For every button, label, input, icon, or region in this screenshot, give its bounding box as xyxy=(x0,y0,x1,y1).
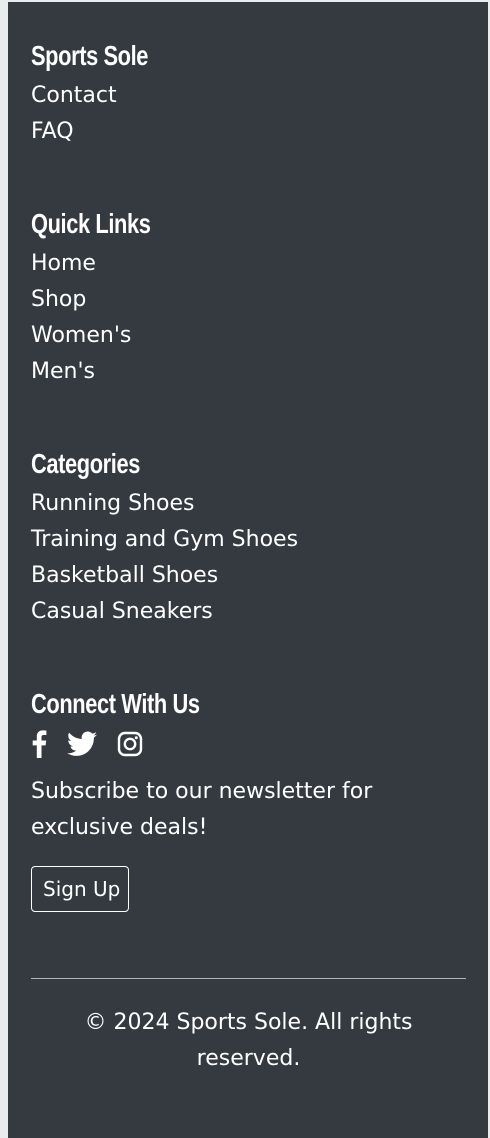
shop-link[interactable]: Shop xyxy=(31,287,86,312)
quick-links-heading: Quick Links xyxy=(31,208,151,239)
social-links xyxy=(31,726,471,762)
list-item: Shop xyxy=(31,282,471,318)
list-item: FAQ xyxy=(31,114,471,150)
instagram-icon[interactable] xyxy=(117,731,143,757)
newsletter-text: Subscribe to our newsletter for exclusiv… xyxy=(31,779,373,840)
list-item: Running Shoes xyxy=(31,486,471,522)
connect-heading: Connect With Us xyxy=(31,688,200,719)
brand-links: Contact FAQ xyxy=(31,78,471,150)
footer-top-border xyxy=(8,0,488,2)
categories-heading: Categories xyxy=(31,448,140,479)
list-item: Women's xyxy=(31,318,471,354)
basketball-shoes-link[interactable]: Basketball Shoes xyxy=(31,563,218,588)
mens-link[interactable]: Men's xyxy=(31,359,95,384)
list-item: Contact xyxy=(31,78,471,114)
casual-sneakers-link[interactable]: Casual Sneakers xyxy=(31,599,213,624)
list-item: Basketball Shoes xyxy=(31,558,471,594)
categories-section: Categories Running Shoes Training and Gy… xyxy=(31,446,471,630)
quick-links-section: Quick Links Home Shop Women's Men's xyxy=(31,206,471,390)
categories-list: Running Shoes Training and Gym Shoes Bas… xyxy=(31,486,471,630)
connect-section: Connect With Us Subscribe to our newslet… xyxy=(31,686,471,912)
twitter-icon[interactable] xyxy=(67,731,97,757)
brand-heading: Sports Sole xyxy=(31,40,149,71)
brand-section: Sports Sole Contact FAQ xyxy=(31,38,471,150)
faq-link[interactable]: FAQ xyxy=(31,119,74,144)
quick-links-list: Home Shop Women's Men's xyxy=(31,246,471,390)
running-shoes-link[interactable]: Running Shoes xyxy=(31,491,195,516)
list-item: Casual Sneakers xyxy=(31,594,471,630)
list-item: Home xyxy=(31,246,471,282)
training-gym-shoes-link[interactable]: Training and Gym Shoes xyxy=(31,527,298,552)
facebook-icon[interactable] xyxy=(31,730,47,758)
womens-link[interactable]: Women's xyxy=(31,323,131,348)
list-item: Men's xyxy=(31,354,471,390)
list-item: Training and Gym Shoes xyxy=(31,522,471,558)
contact-link[interactable]: Contact xyxy=(31,83,117,108)
footer-divider xyxy=(31,978,466,979)
copyright-text: © 2024 Sports Sole. All rights reserved. xyxy=(84,1010,413,1071)
site-footer: Sports Sole Contact FAQ Quick Links Home… xyxy=(8,0,488,1138)
sign-up-button[interactable]: Sign Up xyxy=(31,866,130,912)
home-link[interactable]: Home xyxy=(31,251,96,276)
